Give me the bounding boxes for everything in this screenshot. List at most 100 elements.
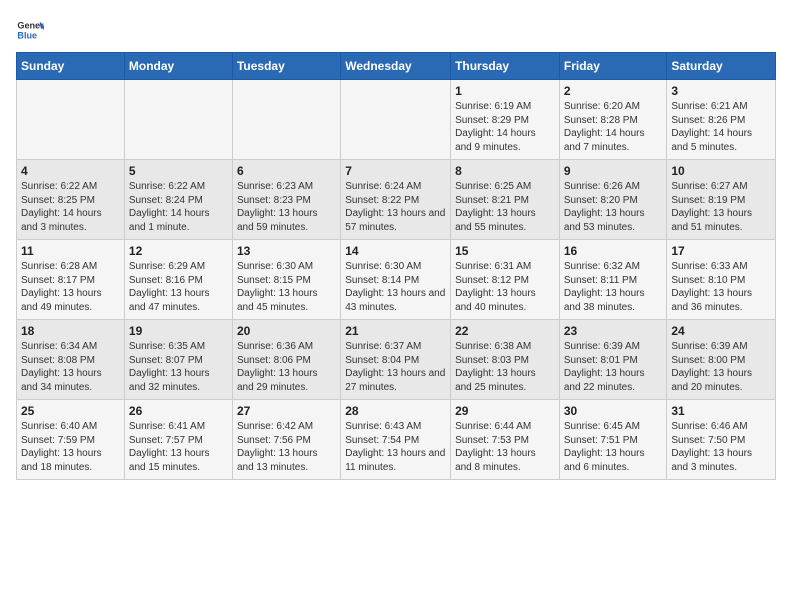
- day-number: 5: [129, 164, 228, 178]
- day-number: 4: [21, 164, 120, 178]
- day-number: 1: [455, 84, 555, 98]
- day-cell: 7 Sunrise: 6:24 AM Sunset: 8:22 PM Daylig…: [341, 160, 451, 240]
- day-number: 27: [237, 404, 336, 418]
- day-number: 11: [21, 244, 120, 258]
- day-number: 16: [564, 244, 663, 258]
- day-cell: 16 Sunrise: 6:32 AM Sunset: 8:11 PM Dayli…: [559, 240, 667, 320]
- day-cell: 19 Sunrise: 6:35 AM Sunset: 8:07 PM Dayli…: [124, 320, 232, 400]
- day-number: 2: [564, 84, 663, 98]
- day-cell: 26 Sunrise: 6:41 AM Sunset: 7:57 PM Dayli…: [124, 400, 232, 480]
- page-header: General Blue: [16, 16, 776, 44]
- day-info: Sunrise: 6:30 AM Sunset: 8:14 PM Dayligh…: [345, 260, 446, 314]
- svg-text:Blue: Blue: [17, 30, 37, 40]
- days-header-row: SundayMondayTuesdayWednesdayThursdayFrid…: [17, 53, 776, 80]
- day-info: Sunrise: 6:32 AM Sunset: 8:11 PM Dayligh…: [564, 260, 663, 314]
- week-row-2: 4 Sunrise: 6:22 AM Sunset: 8:25 PM Daylig…: [17, 160, 776, 240]
- day-info: Sunrise: 6:43 AM Sunset: 7:54 PM Dayligh…: [345, 420, 446, 474]
- day-info: Sunrise: 6:37 AM Sunset: 8:04 PM Dayligh…: [345, 340, 446, 394]
- day-cell: [341, 80, 451, 160]
- day-header-thursday: Thursday: [451, 53, 560, 80]
- day-number: 30: [564, 404, 663, 418]
- day-number: 26: [129, 404, 228, 418]
- day-info: Sunrise: 6:42 AM Sunset: 7:56 PM Dayligh…: [237, 420, 336, 474]
- day-number: 15: [455, 244, 555, 258]
- day-cell: [232, 80, 340, 160]
- day-info: Sunrise: 6:22 AM Sunset: 8:24 PM Dayligh…: [129, 180, 228, 234]
- day-number: 6: [237, 164, 336, 178]
- day-cell: 4 Sunrise: 6:22 AM Sunset: 8:25 PM Daylig…: [17, 160, 125, 240]
- day-cell: 31 Sunrise: 6:46 AM Sunset: 7:50 PM Dayli…: [667, 400, 776, 480]
- day-cell: 28 Sunrise: 6:43 AM Sunset: 7:54 PM Dayli…: [341, 400, 451, 480]
- day-info: Sunrise: 6:36 AM Sunset: 8:06 PM Dayligh…: [237, 340, 336, 394]
- day-cell: 8 Sunrise: 6:25 AM Sunset: 8:21 PM Daylig…: [451, 160, 560, 240]
- day-cell: 3Sunrise: 6:21 AM Sunset: 8:26 PM Daylig…: [667, 80, 776, 160]
- day-cell: 11 Sunrise: 6:28 AM Sunset: 8:17 PM Dayli…: [17, 240, 125, 320]
- day-cell: 13 Sunrise: 6:30 AM Sunset: 8:15 PM Dayli…: [232, 240, 340, 320]
- day-cell: 15 Sunrise: 6:31 AM Sunset: 8:12 PM Dayli…: [451, 240, 560, 320]
- day-cell: 14 Sunrise: 6:30 AM Sunset: 8:14 PM Dayli…: [341, 240, 451, 320]
- day-number: 22: [455, 324, 555, 338]
- day-cell: 6 Sunrise: 6:23 AM Sunset: 8:23 PM Daylig…: [232, 160, 340, 240]
- day-cell: 1 Sunrise: 6:19 AM Sunset: 8:29 PM Daylig…: [451, 80, 560, 160]
- day-number: 19: [129, 324, 228, 338]
- day-info: Sunrise: 6:44 AM Sunset: 7:53 PM Dayligh…: [455, 420, 555, 474]
- day-info: Sunrise: 6:23 AM Sunset: 8:23 PM Dayligh…: [237, 180, 336, 234]
- day-number: 10: [671, 164, 771, 178]
- day-info: Sunrise: 6:35 AM Sunset: 8:07 PM Dayligh…: [129, 340, 228, 394]
- calendar-table: SundayMondayTuesdayWednesdayThursdayFrid…: [16, 52, 776, 480]
- day-info: Sunrise: 6:31 AM Sunset: 8:12 PM Dayligh…: [455, 260, 555, 314]
- day-info: Sunrise: 6:40 AM Sunset: 7:59 PM Dayligh…: [21, 420, 120, 474]
- day-number: 12: [129, 244, 228, 258]
- day-cell: 23Sunrise: 6:39 AM Sunset: 8:01 PM Dayli…: [559, 320, 667, 400]
- day-info: Sunrise: 6:41 AM Sunset: 7:57 PM Dayligh…: [129, 420, 228, 474]
- day-cell: 20 Sunrise: 6:36 AM Sunset: 8:06 PM Dayli…: [232, 320, 340, 400]
- day-cell: 2Sunrise: 6:20 AM Sunset: 8:28 PM Daylig…: [559, 80, 667, 160]
- day-cell: [124, 80, 232, 160]
- day-info: Sunrise: 6:24 AM Sunset: 8:22 PM Dayligh…: [345, 180, 446, 234]
- day-info: Sunrise: 6:30 AM Sunset: 8:15 PM Dayligh…: [237, 260, 336, 314]
- day-info: Sunrise: 6:39 AM Sunset: 8:01 PM Dayligh…: [564, 340, 663, 394]
- day-cell: 29 Sunrise: 6:44 AM Sunset: 7:53 PM Dayli…: [451, 400, 560, 480]
- day-number: 29: [455, 404, 555, 418]
- day-info: Sunrise: 6:26 AM Sunset: 8:20 PM Dayligh…: [564, 180, 663, 234]
- day-info: Sunrise: 6:19 AM Sunset: 8:29 PM Dayligh…: [455, 100, 555, 154]
- day-cell: 24Sunrise: 6:39 AM Sunset: 8:00 PM Dayli…: [667, 320, 776, 400]
- day-number: 20: [237, 324, 336, 338]
- day-info: Sunrise: 6:33 AM Sunset: 8:10 PM Dayligh…: [671, 260, 771, 314]
- day-number: 18: [21, 324, 120, 338]
- day-cell: 21 Sunrise: 6:37 AM Sunset: 8:04 PM Dayli…: [341, 320, 451, 400]
- day-header-wednesday: Wednesday: [341, 53, 451, 80]
- day-cell: 10 Sunrise: 6:27 AM Sunset: 8:19 PM Dayli…: [667, 160, 776, 240]
- day-number: 13: [237, 244, 336, 258]
- day-info: Sunrise: 6:45 AM Sunset: 7:51 PM Dayligh…: [564, 420, 663, 474]
- day-cell: 18 Sunrise: 6:34 AM Sunset: 8:08 PM Dayli…: [17, 320, 125, 400]
- day-number: 14: [345, 244, 446, 258]
- day-header-sunday: Sunday: [17, 53, 125, 80]
- day-number: 9: [564, 164, 663, 178]
- logo: General Blue: [16, 16, 48, 44]
- day-info: Sunrise: 6:38 AM Sunset: 8:03 PM Dayligh…: [455, 340, 555, 394]
- day-cell: [17, 80, 125, 160]
- day-number: 28: [345, 404, 446, 418]
- day-cell: 9 Sunrise: 6:26 AM Sunset: 8:20 PM Daylig…: [559, 160, 667, 240]
- day-number: 7: [345, 164, 446, 178]
- day-info: Sunrise: 6:28 AM Sunset: 8:17 PM Dayligh…: [21, 260, 120, 314]
- day-info: Sunrise: 6:39 AM Sunset: 8:00 PM Dayligh…: [671, 340, 771, 394]
- day-number: 21: [345, 324, 446, 338]
- day-info: Sunrise: 6:46 AM Sunset: 7:50 PM Dayligh…: [671, 420, 771, 474]
- day-header-monday: Monday: [124, 53, 232, 80]
- day-info: Sunrise: 6:22 AM Sunset: 8:25 PM Dayligh…: [21, 180, 120, 234]
- day-info: Sunrise: 6:27 AM Sunset: 8:19 PM Dayligh…: [671, 180, 771, 234]
- day-header-saturday: Saturday: [667, 53, 776, 80]
- day-number: 25: [21, 404, 120, 418]
- day-number: 31: [671, 404, 771, 418]
- day-info: Sunrise: 6:34 AM Sunset: 8:08 PM Dayligh…: [21, 340, 120, 394]
- day-number: 17: [671, 244, 771, 258]
- day-number: 8: [455, 164, 555, 178]
- logo-icon: General Blue: [16, 16, 44, 44]
- day-cell: 27 Sunrise: 6:42 AM Sunset: 7:56 PM Dayli…: [232, 400, 340, 480]
- day-info: Sunrise: 6:29 AM Sunset: 8:16 PM Dayligh…: [129, 260, 228, 314]
- week-row-4: 18 Sunrise: 6:34 AM Sunset: 8:08 PM Dayli…: [17, 320, 776, 400]
- day-info: Sunrise: 6:25 AM Sunset: 8:21 PM Dayligh…: [455, 180, 555, 234]
- week-row-3: 11 Sunrise: 6:28 AM Sunset: 8:17 PM Dayli…: [17, 240, 776, 320]
